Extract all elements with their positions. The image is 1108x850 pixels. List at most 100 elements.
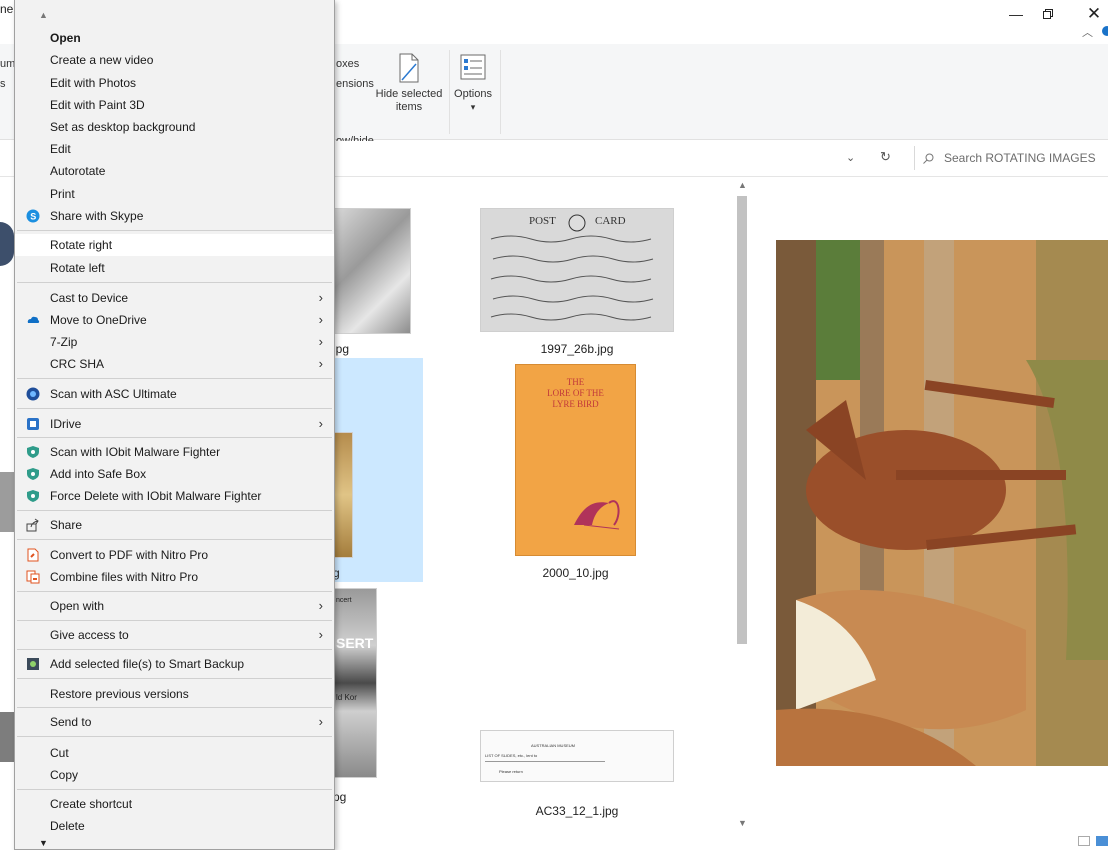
document-text: Please return [499,769,523,774]
menu-scroll-down-icon[interactable]: ▼ [39,838,48,848]
file-thumbnail-postcard[interactable]: POST CARD [480,208,674,332]
menu-item-send-to[interactable]: Send to › [15,711,334,733]
menu-item-give-access-to[interactable]: Give access to › [15,624,334,646]
scrollbar-thumb[interactable] [737,196,747,644]
menu-item-edit[interactable]: Edit [15,138,334,160]
book-title-line: LORE OF THE [547,388,604,398]
minimize-icon: — [1009,6,1023,22]
scroll-down-icon[interactable]: ▼ [738,818,747,828]
file-thumbnail[interactable] [333,208,411,334]
menu-item-set-desktop-background[interactable]: Set as desktop background [15,116,334,138]
menu-item-cut[interactable]: Cut [15,742,334,764]
file-name[interactable]: g [333,566,373,580]
file-name[interactable]: pg [333,790,373,804]
menu-item-copy[interactable]: Copy [15,764,334,786]
menu-item-scan-iobit[interactable]: Scan with IObit Malware Fighter [15,441,334,463]
ribbon-text-left-1: um [0,58,16,70]
large-icons-view-icon[interactable] [1096,836,1108,846]
search-input[interactable]: Search ROTATING IMAGES [944,151,1096,165]
menu-item-force-delete-iobit[interactable]: Force Delete with IObit Malware Fighter [15,485,334,507]
menu-item-delete[interactable]: Delete [15,815,334,837]
submenu-chevron-icon: › [318,714,323,729]
menu-item-convert-nitro[interactable]: Convert to PDF with Nitro Pro [15,544,334,566]
menu-item-share[interactable]: Share [15,514,334,536]
menu-item-scan-asc[interactable]: Scan with ASC Ultimate [15,383,334,405]
background-thumbnail-fragment [0,712,14,762]
horses-photo [776,240,1108,766]
menu-item-7zip[interactable]: 7-Zip › [15,331,334,353]
menu-item-label: Force Delete with IObit Malware Fighter [50,489,262,503]
menu-item-add-into-safe-box[interactable]: Add into Safe Box [15,463,334,485]
menu-item-label: CRC SHA [50,357,105,371]
menu-scroll-up-icon[interactable]: ▲ [39,10,48,20]
file-thumbnail-document[interactable]: AUSTRALIAN MUSEUM LIST OF SLIDES, etc., … [480,730,674,782]
menu-item-label: Rotate left [50,261,105,275]
menu-separator [17,408,332,409]
menu-item-smart-backup[interactable]: Add selected file(s) to Smart Backup [15,653,334,675]
ribbon-text-checkboxes[interactable]: oxes [336,58,359,70]
menu-item-crc-sha[interactable]: CRC SHA › [15,353,334,375]
menu-item-rotate-left[interactable]: Rotate left [15,257,334,279]
file-name[interactable]: AC33_12_1.jpg [480,804,674,818]
file-name[interactable]: 2000_10.jpg [515,566,636,580]
nitro-icon [27,548,39,562]
menu-item-move-to-onedrive[interactable]: Move to OneDrive › [15,309,334,331]
menu-item-create-new-video[interactable]: Create a new video [15,49,334,71]
menu-item-autorotate[interactable]: Autorotate [15,160,334,182]
options-icon [460,54,486,80]
menu-item-label: Share with Skype [50,209,144,223]
submenu-chevron-icon: › [318,598,323,613]
menu-item-label: Scan with IObit Malware Fighter [50,445,221,459]
menu-separator [17,282,332,283]
address-dropdown-icon[interactable]: ⌄ [846,151,855,164]
file-thumbnail-book[interactable]: THE LORE OF THE LYRE BIRD [515,364,636,556]
poster-text: ncert [336,597,352,604]
menu-item-label: Restore previous versions [50,687,189,701]
options-button[interactable]: Options ▾ [452,52,494,114]
menu-item-cast-to-device[interactable]: Cast to Device › [15,287,334,309]
poster-text: SERT [336,635,374,651]
menu-separator [17,707,332,708]
file-name[interactable]: 1997_26b.jpg [480,342,674,356]
menu-item-label: Give access to [50,628,129,642]
file-thumbnail-poster[interactable]: ncert SERT ld Kor [333,588,377,778]
menu-separator [17,736,332,737]
file-name[interactable]: jpg [333,342,373,356]
menu-item-share-with-skype[interactable]: S Share with Skype [15,205,334,227]
details-view-icon[interactable] [1078,836,1090,846]
help-icon[interactable] [1102,26,1108,36]
ribbon-divider [500,50,501,134]
refresh-icon[interactable]: ↻ [880,149,891,165]
menu-item-open[interactable]: Open [15,27,334,49]
menu-item-create-shortcut[interactable]: Create shortcut [15,793,334,815]
ribbon-text-extensions[interactable]: ensions [336,78,374,90]
menu-item-label: Open with [50,599,105,613]
menu-item-label: Scan with ASC Ultimate [50,387,177,401]
ribbon-divider [449,50,450,134]
menu-item-open-with[interactable]: Open with › [15,595,334,617]
menu-separator [17,230,332,231]
iobit-icon [27,446,39,458]
idrive-icon [27,418,39,430]
menu-item-label: IDrive [50,417,82,431]
search-box[interactable]: Search ROTATING IMAGES [914,146,1108,170]
menu-item-edit-with-photos[interactable]: Edit with Photos [15,72,334,94]
menu-item-label: Open [50,31,81,45]
menu-separator [17,510,332,511]
menu-item-rotate-right[interactable]: Rotate right [15,234,334,256]
menu-item-print[interactable]: Print [15,183,334,205]
collapse-ribbon-icon[interactable]: ︿ [1082,24,1093,40]
menu-item-label: Edit [50,142,71,156]
hide-selected-icon [399,53,419,83]
file-thumbnail[interactable] [333,432,353,558]
hide-selected-label: Hide selected items [375,88,443,113]
menu-item-idrive[interactable]: IDrive › [15,413,334,435]
maximize-button[interactable] [1028,0,1068,28]
scroll-up-icon[interactable]: ▲ [738,180,747,190]
hide-selected-items-button[interactable]: Hide selected items [374,52,444,114]
document-text: AUSTRALIAN MUSEUM [531,743,576,748]
menu-item-restore-previous-versions[interactable]: Restore previous versions [15,683,334,705]
menu-item-combine-nitro[interactable]: Combine files with Nitro Pro [15,566,334,588]
menu-item-label: Send to [50,715,92,729]
menu-item-edit-with-paint3d[interactable]: Edit with Paint 3D [15,94,334,116]
